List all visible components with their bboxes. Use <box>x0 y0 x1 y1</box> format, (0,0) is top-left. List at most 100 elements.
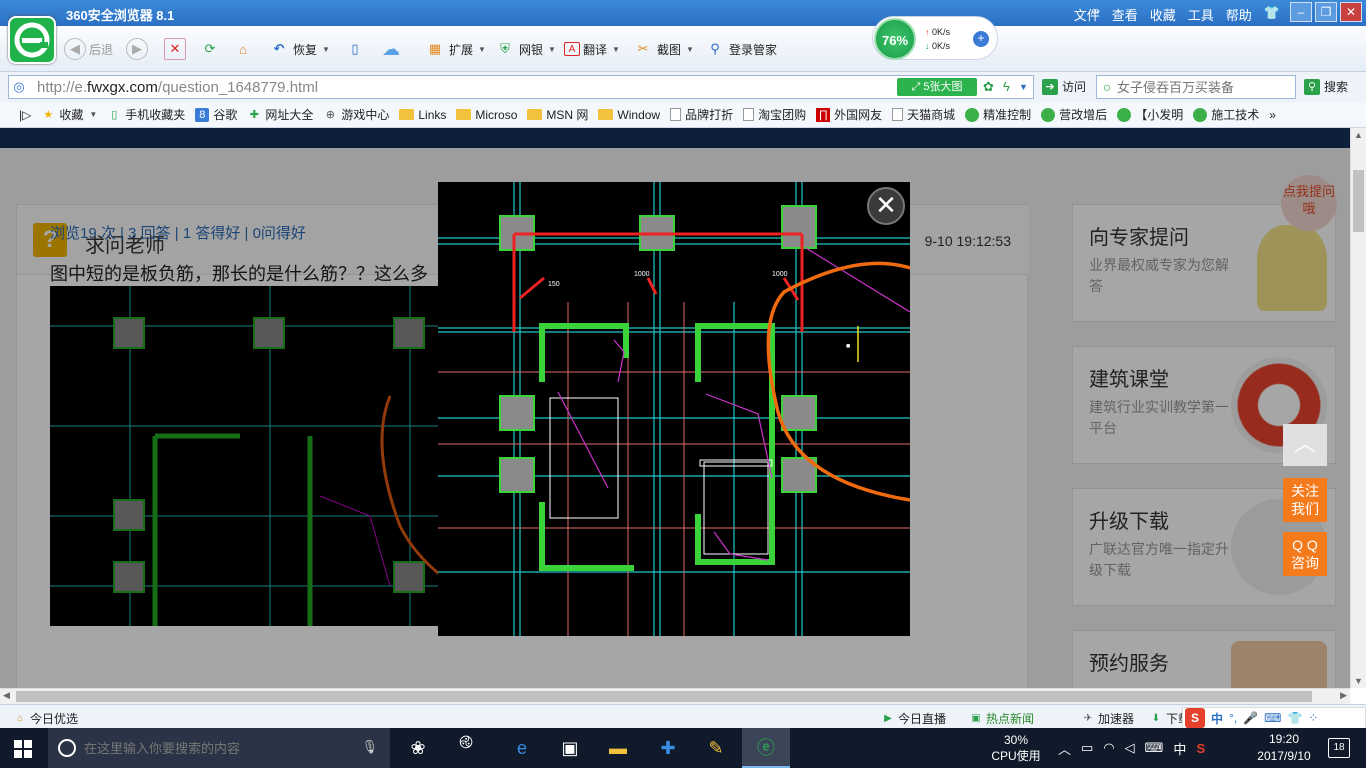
edge-browser-icon[interactable]: e <box>498 728 546 768</box>
battery-icon[interactable]: ▭ <box>1081 740 1093 756</box>
fav-msn[interactable]: MSN 网 <box>522 106 593 123</box>
memory-usage-indicator[interactable]: 76% <box>874 18 916 60</box>
search-box[interactable]: ○ <box>1096 75 1296 99</box>
fav-google[interactable]: 8 谷歌 <box>190 106 242 123</box>
chevron-down-icon[interactable]: ▼ <box>686 45 694 54</box>
fav-links[interactable]: Links <box>394 108 451 122</box>
today-live[interactable]: ▶ 今日直播 <box>882 710 946 727</box>
store-icon[interactable]: ▣ <box>546 728 594 768</box>
fav-construction[interactable]: 施工技术 <box>1188 106 1264 123</box>
taskbar-search[interactable]: 🎙 <box>48 728 390 768</box>
fav-sites[interactable]: ✚ 网址大全 <box>242 106 318 123</box>
taskbar-search-input[interactable] <box>84 740 344 756</box>
task-view-icon[interactable]: ❀ <box>394 728 442 768</box>
home-button[interactable]: ⌂ <box>232 36 254 62</box>
accelerator[interactable]: ✈ 加速器 <box>1082 710 1134 727</box>
vertical-scrollbar[interactable]: ▲ ▼ <box>1350 128 1366 688</box>
follow-us-button[interactable]: 关注我们 <box>1283 478 1327 522</box>
visit-button[interactable]: ➔ 访问 <box>1042 78 1086 95</box>
chevron-down-icon[interactable]: ▼ <box>478 45 486 54</box>
speed-mode-icon[interactable]: ✿ <box>983 79 994 95</box>
keyboard-icon[interactable]: ⌨ <box>1145 740 1164 756</box>
minimize-button[interactable]: – <box>1290 2 1312 22</box>
fav-mobile[interactable]: ▯ 手机收藏夹 <box>102 106 190 123</box>
fav-taobao[interactable]: 淘宝团购 <box>738 106 811 123</box>
search-engine-icon[interactable]: ○ <box>1097 79 1117 95</box>
shirt-icon[interactable]: 👕 <box>1287 711 1302 725</box>
fav-invention[interactable]: 【小发明 <box>1112 106 1188 123</box>
ime-language[interactable]: 中 <box>1211 710 1223 727</box>
login-manager-button[interactable]: ⚲ 登录管家 <box>704 36 777 62</box>
fav-windows[interactable]: Window <box>593 108 665 122</box>
extend-button[interactable]: ▦ 扩展 ▼ <box>424 36 486 62</box>
restore-button[interactable]: ↶ 恢复 ▼ <box>268 36 330 62</box>
menu-favorites[interactable]: 收藏 <box>1150 5 1176 24</box>
sogou-ime-bar[interactable]: S 中 °, 🎤 ⌨ 👕 ⁘ <box>1182 707 1366 729</box>
url-text[interactable]: http://e.fwxgx.com/question_1648779.html <box>29 79 318 96</box>
menu-file[interactable]: 文件 <box>1074 5 1100 24</box>
big-image-button[interactable]: ⤢ 5张大图 <box>897 78 977 96</box>
windows-start-icon[interactable] <box>14 740 32 758</box>
cloud-button[interactable]: ☁ <box>380 36 402 62</box>
notification-center-icon[interactable]: 18 <box>1328 738 1350 758</box>
menu-view[interactable]: 查看 <box>1112 5 1138 24</box>
mobile-button[interactable]: ▯ <box>344 36 366 62</box>
plus-icon[interactable]: + <box>973 31 989 47</box>
fav-collect[interactable]: ★ 收藏 ▼ <box>36 106 102 123</box>
microphone-icon[interactable]: 🎙 <box>361 739 378 755</box>
notes-icon[interactable]: ✎ <box>692 728 740 768</box>
refresh-button[interactable]: ⟳ <box>199 36 221 62</box>
chevron-down-icon[interactable]: ▼ <box>1019 82 1028 92</box>
chevron-down-icon[interactable]: ▼ <box>322 45 330 54</box>
punctuation-icon[interactable]: °, <box>1229 711 1237 725</box>
menu-help[interactable]: 帮助 <box>1226 5 1252 24</box>
screenshot-button[interactable]: ✂ 截图 ▼ <box>632 36 694 62</box>
grid-icon[interactable]: ⁘ <box>1308 711 1318 725</box>
fav-precise[interactable]: 精准控制 <box>960 106 1036 123</box>
microphone-icon[interactable]: 🎤 <box>1243 711 1258 725</box>
lightning-icon[interactable]: ϟ <box>1003 79 1010 94</box>
chevron-up-icon[interactable]: ︿ <box>1058 739 1071 758</box>
scroll-right-icon[interactable]: ▶ <box>1340 690 1347 701</box>
fav-brand[interactable]: 品牌打折 <box>665 106 738 123</box>
more-favorites-icon[interactable]: » <box>1264 108 1281 122</box>
app-swirl-icon[interactable]: ࿋ <box>442 728 490 768</box>
wifi-icon[interactable]: ◠ <box>1103 740 1114 756</box>
back-button[interactable]: ◀ 后退 <box>64 36 113 62</box>
translate-button[interactable]: A 翻译 ▼ <box>564 36 620 62</box>
search-input[interactable] <box>1117 79 1287 95</box>
fav-vat[interactable]: 营改增后 <box>1036 106 1112 123</box>
chevron-down-icon[interactable]: ▼ <box>548 45 556 54</box>
tray-ime[interactable]: 中 <box>1173 739 1186 758</box>
horizontal-scrollbar[interactable]: ◀ ▶ <box>0 688 1350 704</box>
fav-microsoft[interactable]: Microso <box>451 108 522 122</box>
scroll-up-icon[interactable]: ▲ <box>1354 130 1363 140</box>
volume-icon[interactable]: ◁ <box>1125 740 1135 756</box>
hot-news[interactable]: ▣ 热点新闻 <box>970 710 1034 727</box>
skin-shirt-icon[interactable]: 👕 <box>1264 5 1280 24</box>
clock[interactable]: 19:20 2017/9/10 <box>1246 728 1322 768</box>
maximize-button[interactable]: ❐ <box>1315 2 1337 22</box>
close-window-button[interactable]: ✕ <box>1340 2 1362 22</box>
fav-foreign[interactable]: ∏ 外国网友 <box>811 106 887 123</box>
scroll-down-icon[interactable]: ▼ <box>1354 676 1363 686</box>
menu-tools[interactable]: 工具 <box>1188 5 1214 24</box>
sidebar-toggle-icon[interactable]: |▷ <box>14 108 36 122</box>
chevron-down-icon[interactable]: ▼ <box>89 110 97 119</box>
chevron-down-icon[interactable]: ▼ <box>612 45 620 54</box>
today-picks[interactable]: ⌂ 今日优选 <box>14 710 78 727</box>
bank-button[interactable]: ⛨ 网银 ▼ <box>494 36 556 62</box>
stop-button[interactable]: ✕ <box>164 36 186 62</box>
browser-logo[interactable] <box>8 16 56 64</box>
performance-widget[interactable]: 76% ↑ 0K/s ↓ 0K/s + <box>872 16 998 60</box>
address-bar[interactable]: ◎ http://e.fwxgx.com/question_1648779.ht… <box>8 75 1034 99</box>
back-to-top-button[interactable]: ︿ <box>1283 424 1327 466</box>
fav-tmall[interactable]: 天猫商城 <box>887 106 960 123</box>
taskbar-360-browser[interactable]: ⓔ <box>742 728 790 768</box>
file-explorer-icon[interactable]: ▬ <box>594 728 642 768</box>
vertical-scroll-thumb[interactable] <box>1353 170 1364 232</box>
fav-games[interactable]: ⊕ 游戏中心 <box>318 106 394 123</box>
keyboard-icon[interactable]: ⌨ <box>1264 711 1281 725</box>
qq-consult-button[interactable]: Q Q咨询 <box>1283 532 1327 576</box>
sogou-tray-icon[interactable]: S <box>1196 741 1205 756</box>
